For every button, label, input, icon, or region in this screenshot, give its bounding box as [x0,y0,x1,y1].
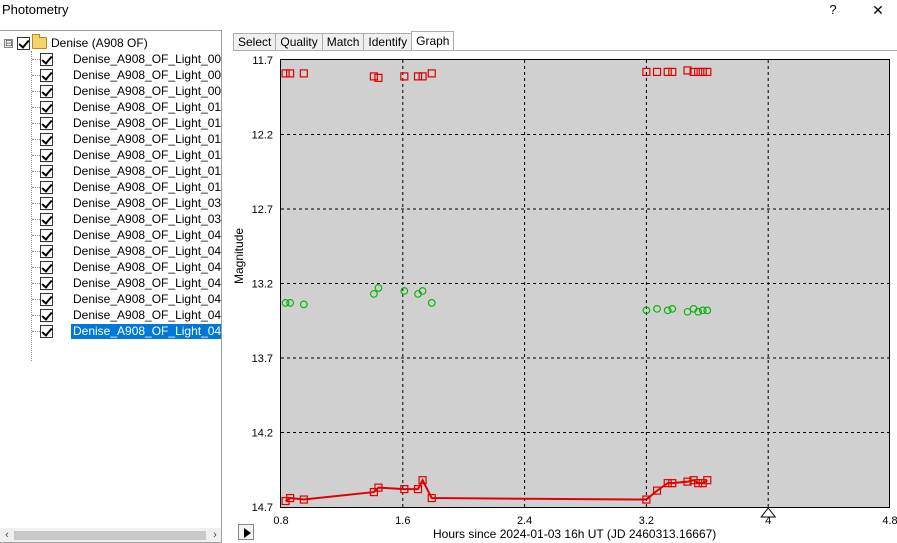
x-axis-label: Hours since 2024-01-03 16h UT (JD 246031… [433,527,717,541]
y-tick-label: 12.7 [252,204,273,216]
y-tick-label: 11.7 [252,55,273,67]
y-tick-label: 13.7 [252,353,273,365]
data-point-circle [370,290,378,298]
play-button[interactable] [238,524,254,540]
data-point-square [663,67,672,77]
data-point-square [281,69,290,78]
data-point-square [286,69,295,78]
data-point-circle [400,287,409,295]
data-point-circle [663,306,672,315]
data-point-square [694,67,703,77]
x-tick-label: 3.2 [639,515,654,527]
data-point-square [299,69,308,78]
data-point-square [418,72,427,81]
data-point-square [413,72,423,81]
position-marker-icon [760,507,777,518]
series-line [285,477,708,502]
y-tick-label: 14.2 [252,428,273,440]
x-tick-label: 1.6 [395,515,410,527]
data-point-circle [703,306,712,315]
data-point-square [400,72,409,81]
data-point-circle [299,300,308,309]
y-tick-label: 14.7 [252,502,273,514]
data-point-square [427,69,436,78]
x-tick-label: 2.4 [517,515,532,527]
data-point-square [652,67,662,77]
data-point-circle [427,299,436,307]
y-tick-label: 12.2 [252,130,273,142]
data-point-square [703,67,712,77]
magnitude-chart: 0.8 1.6 2.4 3.2 4 4.811.712.212.713.213.714.2… [252,55,897,527]
data-point-circle [668,304,677,313]
y-tick-label: 13.2 [252,279,273,291]
y-axis-label: Magnitude [232,227,246,284]
x-tick-label: 0.8 [273,515,288,527]
data-point-circle [653,304,661,313]
data-point-circle [374,284,383,292]
photometry-window: Photometry ? ✕ ⊟ Denise (A908 OF) Denise… [0,0,897,543]
data-point-square [698,67,707,77]
data-point-square [668,67,677,77]
data-point-circle [286,299,294,307]
x-tick-label: 4.8 [882,515,897,527]
